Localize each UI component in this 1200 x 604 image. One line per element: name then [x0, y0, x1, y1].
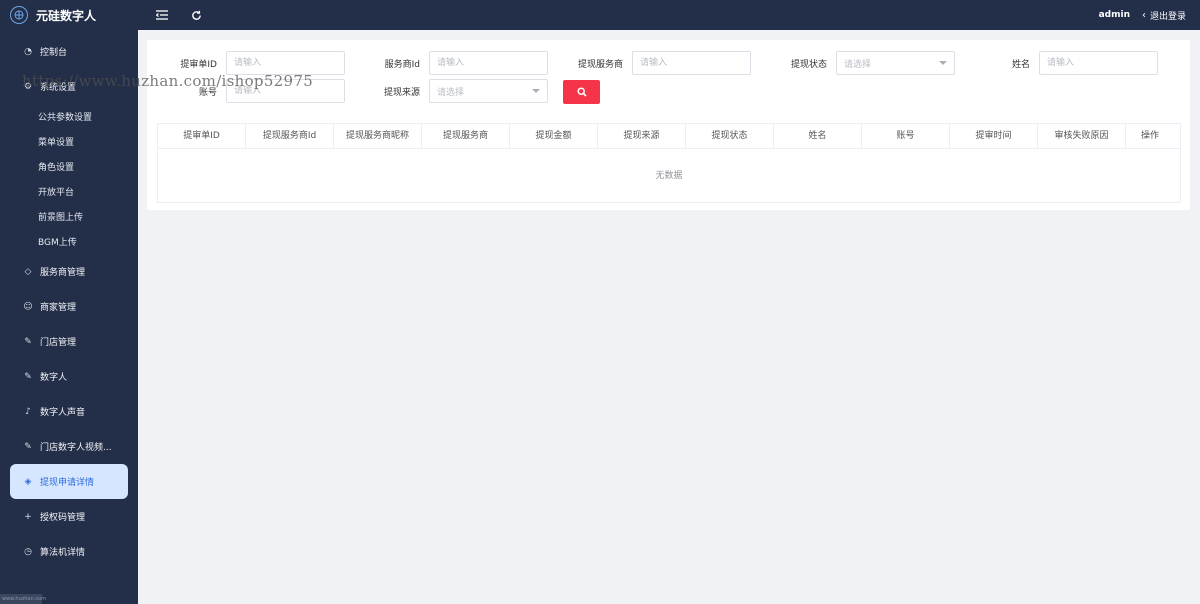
current-user[interactable]: admin	[1099, 10, 1130, 20]
sidebar-subitem-menu-settings[interactable]: 菜单设置	[0, 129, 138, 154]
topbar-right: admin ‹ 退出登录	[1099, 9, 1186, 22]
col-provider[interactable]: 提现服务商	[422, 124, 510, 149]
brand-name: 元硅数字人	[36, 8, 97, 23]
sidebar-item-label: 开放平台	[38, 188, 75, 198]
sidebar-item-dashboard[interactable]: ◔ 控制台	[0, 34, 138, 69]
source-select-placeholder: 请选择	[437, 87, 465, 98]
brain-circuit-logo-icon	[10, 6, 28, 24]
sidebar-item-label: 提现申请详情	[40, 478, 95, 488]
sidebar-item-label: 授权码管理	[40, 513, 86, 523]
sidebar-item-store-management[interactable]: ✎ 门店管理	[0, 324, 138, 359]
sidebar-footer: www.huzhan.com	[0, 594, 47, 604]
edit-square-icon: ✎	[24, 371, 32, 382]
menu-collapse-icon[interactable]	[154, 7, 170, 23]
music-note-icon: ♪	[25, 406, 31, 417]
status-select[interactable]: 请选择	[836, 51, 955, 75]
table-empty-text: 无数据	[655, 171, 683, 181]
sidebar: 元硅数字人 ◔ 控制台 ⚙ 系统设置 公共参数设置 菜单设置 角色设置 开放平台…	[0, 0, 138, 604]
sidebar-item-label: 服务商管理	[40, 268, 86, 278]
status-label: 提现状态	[790, 60, 827, 70]
provider-id-label: 服务商Id	[384, 60, 420, 70]
diamond-icon: ◇	[24, 266, 32, 277]
col-actions[interactable]: 操作	[1126, 124, 1174, 149]
sidebar-item-label: BGM上传	[38, 238, 77, 248]
table-header: 提审单ID 提现服务商Id 提现服务商昵称 提现服务商 提现金额 提现来源 提现…	[158, 124, 1180, 149]
smile-icon: ☺	[23, 301, 33, 312]
status-select-placeholder: 请选择	[844, 59, 872, 70]
sidebar-item-label: 门店数字人视频...	[40, 443, 112, 453]
refresh-icon[interactable]	[188, 7, 204, 23]
stack-icon: ◈	[24, 476, 32, 487]
col-withdraw-id[interactable]: 提审单ID	[158, 124, 246, 149]
sidebar-subitem-foreground-upload[interactable]: 前景图上传	[0, 204, 138, 229]
caret-down-icon	[532, 89, 540, 93]
edit-square-icon: ✎	[24, 336, 32, 347]
sidebar-item-label: 数字人	[40, 373, 68, 383]
sidebar-item-digital-human-voice[interactable]: ♪ 数字人声音	[0, 394, 138, 429]
sidebar-subitem-public-params[interactable]: 公共参数设置	[0, 104, 138, 129]
clock-icon: ◷	[24, 546, 32, 557]
sidebar-item-label: 门店管理	[40, 338, 77, 348]
withdraw-id-label: 提审单ID	[180, 60, 217, 70]
sidebar-subitem-role-settings[interactable]: 角色设置	[0, 154, 138, 179]
name-input[interactable]	[1039, 51, 1158, 75]
col-provider-id[interactable]: 提现服务商Id	[246, 124, 334, 149]
source-label: 提现来源	[383, 88, 420, 98]
caret-down-icon	[939, 61, 947, 65]
sidebar-subitem-bgm-upload[interactable]: BGM上传	[0, 229, 138, 254]
sidebar-menu: ◔ 控制台 ⚙ 系统设置 公共参数设置 菜单设置 角色设置 开放平台 前景图上传…	[0, 34, 138, 569]
watermark: https://www.huzhan.com/ishop52975	[22, 72, 314, 90]
col-submit-time[interactable]: 提审时间	[950, 124, 1038, 149]
sidebar-item-label: 角色设置	[38, 163, 75, 173]
dashboard-icon: ◔	[24, 46, 32, 57]
sidebar-item-label: 菜单设置	[38, 138, 75, 148]
sidebar-subitem-open-platform[interactable]: 开放平台	[0, 179, 138, 204]
provider-label: 提现服务商	[577, 60, 623, 70]
col-amount[interactable]: 提现金额	[510, 124, 598, 149]
sidebar-item-auth-code[interactable]: + 授权码管理	[0, 499, 138, 534]
search-icon	[576, 87, 587, 97]
topbar: admin ‹ 退出登录	[138, 0, 1200, 30]
sidebar-item-label: 商家管理	[40, 303, 77, 313]
col-provider-nickname[interactable]: 提现服务商昵称	[334, 124, 422, 149]
sidebar-item-merchant-management[interactable]: ☺ 商家管理	[0, 289, 138, 324]
withdraw-table: 提审单ID 提现服务商Id 提现服务商昵称 提现服务商 提现金额 提现来源 提现…	[157, 123, 1181, 203]
sidebar-item-label: 数字人声音	[40, 408, 86, 418]
provider-input[interactable]	[632, 51, 751, 75]
brand[interactable]: 元硅数字人	[0, 0, 138, 30]
logout-button[interactable]: ‹ 退出登录	[1142, 9, 1186, 22]
source-select[interactable]: 请选择	[429, 79, 548, 103]
logout-label: 退出登录	[1149, 11, 1186, 22]
sidebar-item-digital-human[interactable]: ✎ 数字人	[0, 359, 138, 394]
sidebar-item-algorithm-machine[interactable]: ◷ 算法机详情	[0, 534, 138, 569]
col-fail-reason[interactable]: 审核失败原因	[1038, 124, 1126, 149]
sidebar-item-store-digital-video[interactable]: ✎ 门店数字人视频...	[0, 429, 138, 464]
col-source[interactable]: 提现来源	[598, 124, 686, 149]
name-label: 姓名	[1011, 60, 1030, 70]
sidebar-item-label: 控制台	[40, 48, 68, 58]
edit-square-icon: ✎	[24, 441, 32, 452]
plus-icon: +	[24, 511, 32, 522]
col-status[interactable]: 提现状态	[686, 124, 774, 149]
sidebar-item-withdraw-details[interactable]: ◈ 提现申请详情	[10, 464, 128, 499]
content-card: 提审单ID 服务商Id 提现服务商 提现状态 请选择 姓名 账号 提现来源 请选…	[147, 40, 1190, 210]
col-name[interactable]: 姓名	[774, 124, 862, 149]
col-account[interactable]: 账号	[862, 124, 950, 149]
chevron-left-icon: ‹	[1141, 9, 1146, 21]
search-button[interactable]	[563, 80, 600, 104]
sidebar-item-provider-management[interactable]: ◇ 服务商管理	[0, 254, 138, 289]
provider-id-input[interactable]	[429, 51, 548, 75]
sidebar-item-label: 公共参数设置	[38, 113, 93, 123]
sidebar-item-label: 算法机详情	[40, 548, 86, 558]
sidebar-item-label: 前景图上传	[38, 213, 84, 223]
